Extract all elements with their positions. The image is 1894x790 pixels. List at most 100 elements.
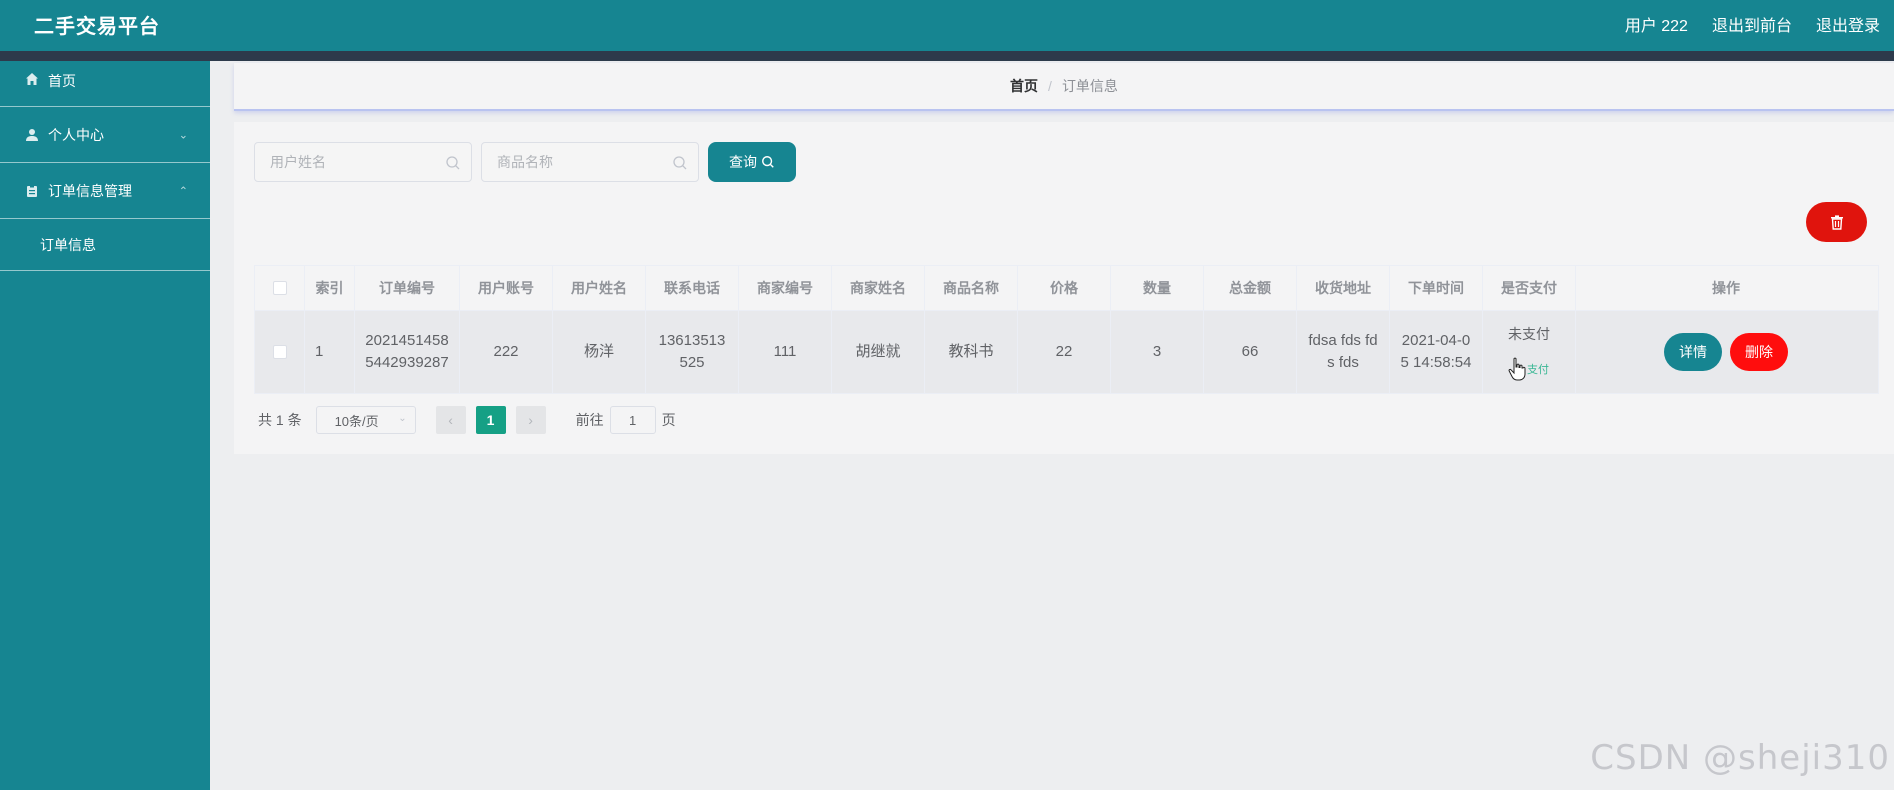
pagination: 共 1 条 10条/页 ⌄ ‹ 1 › 前往 页 — [258, 406, 676, 434]
sidebar-item-label: 首页 — [48, 73, 76, 89]
user-icon — [24, 127, 40, 143]
user-name-input[interactable] — [255, 143, 471, 181]
chevron-left-icon: ‹ — [448, 412, 453, 428]
trash-icon — [1830, 215, 1843, 230]
column-header: 商品名称 — [925, 266, 1018, 310]
column-header: 联系电话 — [646, 266, 739, 310]
search-icon — [673, 156, 687, 170]
total-count: 共 1 条 — [258, 412, 302, 428]
address-line-1: fdsa fds fd — [1308, 332, 1378, 349]
sidebar-item-order-management[interactable]: 订单信息管理 ⌃ — [0, 163, 210, 219]
cell-user-name: 杨洋 — [553, 311, 646, 393]
order-no-line-1: 2021451458 — [365, 332, 449, 349]
chevron-down-icon: ⌄ — [178, 129, 188, 141]
table-header-row: 索引 订单编号 用户账号 用户姓名 联系电话 商家编号 商家姓名 商品名称 价格… — [255, 266, 1878, 310]
header-divider — [0, 51, 1894, 61]
column-header: 用户账号 — [460, 266, 553, 310]
row-select[interactable] — [255, 311, 305, 393]
main-content: 查询 索引 订单编号 用户账号 用户姓名 联系电话 商家编号 商家姓名 商品名称… — [234, 122, 1894, 454]
column-header: 下单时间 — [1390, 266, 1483, 310]
top-header: 二手交易平台 用户 222 退出到前台 退出登录 — [0, 0, 1894, 51]
clipboard-icon — [24, 183, 40, 199]
column-header: 是否支付 — [1483, 266, 1576, 310]
column-header: 索引 — [305, 266, 355, 310]
table-row: 1 2021451458 5442939287 222 杨洋 13613513 … — [255, 310, 1878, 393]
home-icon — [24, 71, 40, 87]
next-page-button[interactable]: › — [515, 406, 546, 434]
order-table: 索引 订单编号 用户账号 用户姓名 联系电话 商家编号 商家姓名 商品名称 价格… — [254, 265, 1879, 394]
delete-button[interactable]: 删除 — [1730, 333, 1788, 371]
order-no-line-2: 5442939287 — [365, 354, 449, 371]
page-number-button[interactable]: 1 — [475, 406, 506, 434]
detail-button[interactable]: 详情 — [1664, 333, 1722, 371]
sidebar-item-home[interactable]: 首页 — [0, 61, 210, 107]
cell-actions: 详情 删除 — [1576, 311, 1876, 393]
search-icon — [762, 156, 774, 168]
product-name-input[interactable] — [482, 143, 698, 181]
cell-index: 1 — [305, 311, 355, 393]
cell-total: 66 — [1204, 311, 1297, 393]
product-name-search[interactable] — [481, 142, 699, 182]
sidebar-subitem-order-info[interactable]: 订单信息 — [0, 219, 210, 271]
header-actions: 用户 222 退出到前台 退出登录 — [1625, 12, 1880, 36]
breadcrumb: 首页 / 订单信息 — [234, 63, 1894, 111]
sidebar-item-personal-center[interactable]: 个人中心 ⌄ — [0, 107, 210, 163]
payment-status: 未支付 — [1508, 326, 1550, 342]
cell-account: 222 — [460, 311, 553, 393]
time-line-2: 5 14:58:54 — [1400, 354, 1472, 371]
back-to-front-link[interactable]: 退出到前台 — [1712, 12, 1792, 36]
breadcrumb-home[interactable]: 首页 — [1010, 76, 1038, 96]
cell-price: 22 — [1018, 311, 1111, 393]
user-name-search[interactable] — [254, 142, 472, 182]
breadcrumb-current: 订单信息 — [1061, 78, 1118, 94]
page-size-select[interactable]: 10条/页 ⌄ — [315, 406, 416, 434]
cell-merchant-no: 111 — [739, 311, 832, 393]
column-header: 收货地址 — [1297, 266, 1390, 310]
cell-product: 教科书 — [925, 311, 1018, 393]
row-checkbox[interactable] — [272, 345, 287, 359]
column-header: 数量 — [1111, 266, 1204, 310]
hand-cursor-icon — [1508, 357, 1526, 381]
breadcrumb-separator: / — [1048, 78, 1052, 94]
prev-page-button[interactable]: ‹ — [435, 406, 466, 434]
time-line-1: 2021-04-0 — [1401, 332, 1471, 349]
phone-line-1: 13613513 — [658, 332, 726, 349]
query-button-label: 查询 — [729, 154, 757, 170]
cell-merchant-name: 胡继就 — [832, 311, 925, 393]
current-user-label[interactable]: 用户 222 — [1625, 12, 1688, 36]
cell-phone: 13613513 525 — [646, 311, 739, 393]
batch-delete-button[interactable] — [1806, 202, 1867, 242]
query-button[interactable]: 查询 — [708, 142, 796, 182]
column-header: 用户姓名 — [553, 266, 646, 310]
sidebar: 首页 个人中心 ⌄ 订单信息管理 ⌃ 订单信息 — [0, 61, 210, 790]
pay-link[interactable]: 支付 — [1527, 359, 1549, 381]
logout-link[interactable]: 退出登录 — [1816, 12, 1880, 36]
column-header: 操作 — [1712, 280, 1740, 296]
page-size-value: 10条/页 — [334, 413, 379, 429]
column-header: 商家编号 — [739, 266, 832, 310]
column-header: 总金额 — [1204, 266, 1297, 310]
cell-order-no: 2021451458 5442939287 — [355, 311, 460, 393]
cell-address: fdsa fds fd s fds — [1297, 311, 1390, 393]
sidebar-item-label: 个人中心 — [48, 126, 104, 143]
address-line-2: s fds — [1327, 354, 1359, 371]
header-select-all[interactable] — [255, 266, 305, 310]
app-title: 二手交易平台 — [34, 16, 160, 38]
cell-order-time: 2021-04-0 5 14:58:54 — [1390, 311, 1483, 393]
goto-suffix: 页 — [661, 412, 676, 428]
search-icon — [446, 156, 460, 170]
watermark: CSDN @sheji310 — [1590, 738, 1890, 778]
column-header: 订单编号 — [355, 266, 460, 310]
goto-page-input[interactable] — [609, 406, 656, 434]
column-header: 商家姓名 — [832, 266, 925, 310]
goto-prefix: 前往 — [575, 412, 604, 428]
chevron-right-icon: › — [528, 412, 533, 428]
column-header: 价格 — [1018, 266, 1111, 310]
phone-line-2: 525 — [679, 354, 705, 371]
cell-quantity: 3 — [1111, 311, 1204, 393]
select-all-checkbox[interactable] — [272, 281, 287, 295]
chevron-down-icon: ⌄ — [398, 413, 407, 424]
sidebar-item-label: 订单信息管理 — [48, 182, 132, 199]
chevron-up-icon: ⌃ — [178, 185, 188, 197]
cell-payment: 未支付 支付 — [1483, 311, 1576, 393]
